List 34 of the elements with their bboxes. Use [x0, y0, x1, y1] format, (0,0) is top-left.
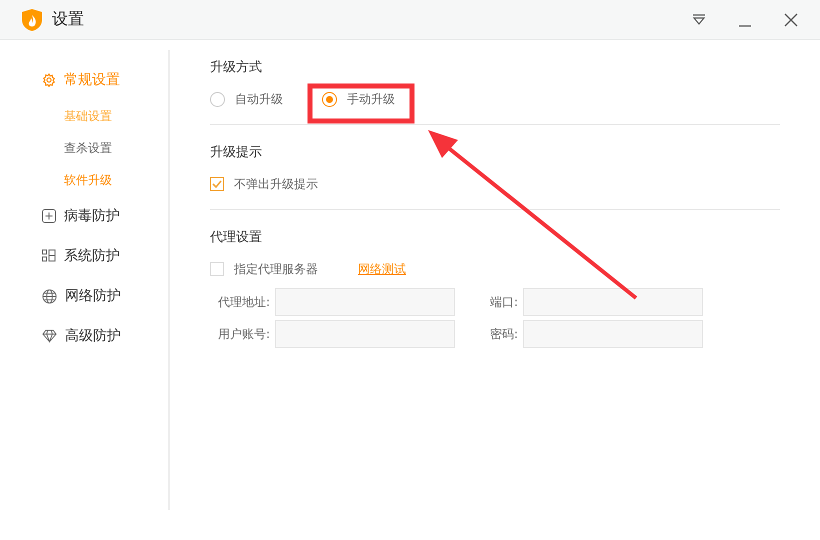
minimize-icon: [739, 24, 751, 26]
radio-option[interactable]: 手动升级: [322, 88, 472, 110]
window-title: 设置: [52, 9, 85, 30]
sidebar-item[interactable]: 系统防护: [42, 236, 168, 276]
radio-button[interactable]: [210, 92, 225, 106]
section-title: 升级方式: [210, 59, 263, 76]
sidebar-item[interactable]: 高级防护: [42, 316, 168, 356]
sidebar-item[interactable]: 病毒防护: [42, 196, 168, 236]
globe-icon: [42, 288, 57, 304]
checkbox[interactable]: [210, 177, 224, 191]
section-title: 升级提示: [210, 144, 263, 161]
shield-flame-logo: [22, 8, 42, 30]
field-label: 用户账号:: [216, 326, 270, 342]
field-label: 密码:: [488, 326, 518, 342]
gear-icon: [42, 73, 56, 87]
section-title: 代理设置: [210, 229, 263, 246]
checkbox-option[interactable]: 不弹出升级提示: [210, 173, 510, 195]
menu-triangle-icon: [692, 14, 706, 26]
plus-square-icon: [42, 209, 56, 223]
checkbox-option[interactable]: 指定代理服务器: [210, 258, 318, 280]
input-field[interactable]: [523, 320, 703, 348]
sidebar-item[interactable]: 网络防护: [42, 276, 168, 316]
input-field[interactable]: [275, 320, 455, 348]
checkbox[interactable]: [210, 262, 224, 276]
diamond-icon: [42, 329, 57, 343]
field-label: 代理地址:: [216, 294, 270, 310]
input-field[interactable]: [523, 288, 703, 316]
input-field[interactable]: [275, 288, 455, 316]
radio-option[interactable]: 自动升级: [210, 88, 322, 110]
field-label: 端口:: [488, 294, 518, 310]
radio-button[interactable]: [322, 92, 337, 106]
close-icon: [784, 12, 798, 26]
sidebar-subitem[interactable]: 查杀设置: [42, 132, 168, 164]
blocks-icon: [42, 249, 56, 263]
